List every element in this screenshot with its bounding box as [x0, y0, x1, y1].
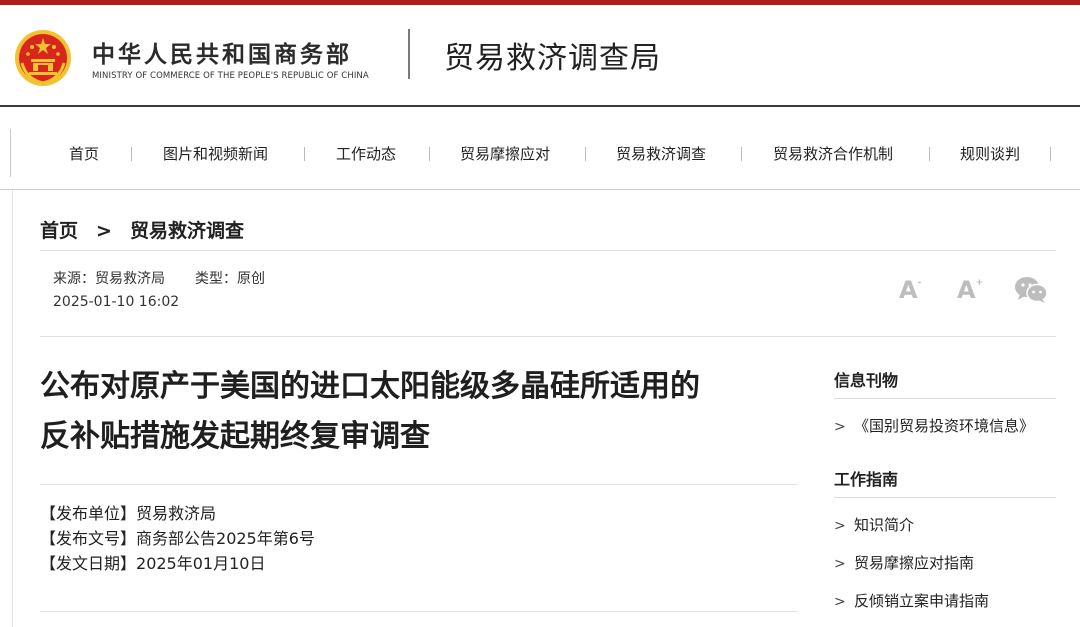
breadcrumb-current[interactable]: 贸易救济调查 [130, 216, 244, 243]
nav-separator [929, 147, 930, 161]
title-divider [40, 484, 797, 485]
nav-item-trade-friction[interactable]: 贸易摩擦应对 [460, 143, 550, 164]
type-value: 原创 [237, 271, 265, 287]
nav-item-rule-negotiation[interactable]: 规则谈判 [960, 143, 1020, 164]
sidebar-divider [834, 497, 1056, 498]
nav-separator [131, 147, 132, 161]
sidebar-item-country-investment-info[interactable]: > 《国别贸易投资环境信息》 [834, 415, 1034, 436]
article-title-line-2: 反补贴措施发起期终复审调查 [40, 419, 430, 454]
main-nav: 首页 图片和视频新闻 工作动态 贸易摩擦应对 贸易救济调查 贸易救济合作机制 规… [0, 107, 1080, 190]
type-label: 类型： [195, 271, 237, 287]
breadcrumb-home[interactable]: 首页 [40, 216, 78, 243]
sidebar-divider [834, 398, 1056, 399]
sidebar-item-knowledge-intro[interactable]: > 知识简介 [834, 514, 914, 535]
sidebar-item-trade-friction-guide[interactable]: > 贸易摩擦应对指南 [834, 552, 974, 573]
page-left-border [12, 190, 13, 627]
nav-item-cooperation-mechanism[interactable]: 贸易救济合作机制 [773, 143, 893, 164]
chevron-right-icon: > [834, 518, 846, 534]
nav-separator [429, 147, 430, 161]
chevron-right-icon: > [834, 594, 846, 610]
ministry-name-en: MINISTRY OF COMMERCE OF THE PEOPLE'S REP… [92, 71, 369, 81]
article-meta: 来源：贸易救济局 类型：原创 [53, 268, 265, 288]
nav-item-home[interactable]: 首页 [69, 143, 99, 164]
chevron-right-icon: > [834, 556, 846, 572]
font-increase-button[interactable]: A+ [957, 276, 983, 304]
header-divider [408, 29, 410, 79]
sidebar-heading-work-guide: 工作指南 [834, 470, 899, 489]
source-value: 贸易救济局 [95, 271, 165, 287]
nav-item-work-news[interactable]: 工作动态 [336, 143, 396, 164]
site-header: 中华人民共和国商务部 MINISTRY OF COMMERCE OF THE P… [0, 5, 1080, 105]
breadcrumb-separator: > [96, 220, 112, 242]
breadcrumb-divider [40, 250, 1056, 251]
meta-divider [40, 336, 1056, 337]
info-publisher: 【发布单位】贸易救济局 [40, 504, 217, 523]
sidebar-heading-publications: 信息刊物 [834, 371, 899, 390]
nav-separator [585, 147, 586, 161]
bureau-title[interactable]: 贸易救济调查局 [444, 33, 661, 77]
content-divider [40, 611, 797, 612]
chevron-right-icon: > [834, 419, 846, 435]
article-title-line-1: 公布对原产于美国的进口太阳能级多晶硅所适用的 [40, 369, 700, 404]
nav-separator [741, 147, 742, 161]
nav-item-photo-video-news[interactable]: 图片和视频新闻 [163, 143, 268, 164]
wechat-icon[interactable] [1014, 276, 1048, 304]
sidebar-item-anti-dumping-guide[interactable]: > 反倾销立案申请指南 [834, 590, 989, 611]
national-emblem-icon[interactable] [14, 29, 72, 87]
info-document-number: 【发布文号】商务部公告2025年第6号 [40, 529, 315, 548]
breadcrumb: 首页 > 贸易救济调查 [40, 216, 244, 243]
nav-item-trade-remedy-investigation[interactable]: 贸易救济调查 [616, 143, 706, 164]
nav-separator [304, 147, 305, 161]
article-datetime: 2025-01-10 16:02 [53, 294, 180, 310]
info-issue-date: 【发文日期】2025年01月10日 [40, 554, 266, 573]
article-title: 公布对原产于美国的进口太阳能级多晶硅所适用的 反补贴措施发起期终复审调查 [40, 362, 800, 462]
nav-left-edge [10, 129, 11, 177]
source-label: 来源： [53, 271, 95, 287]
font-decrease-button[interactable]: A- [899, 276, 921, 304]
ministry-name-cn[interactable]: 中华人民共和国商务部 [92, 35, 352, 69]
nav-separator [1050, 147, 1051, 161]
